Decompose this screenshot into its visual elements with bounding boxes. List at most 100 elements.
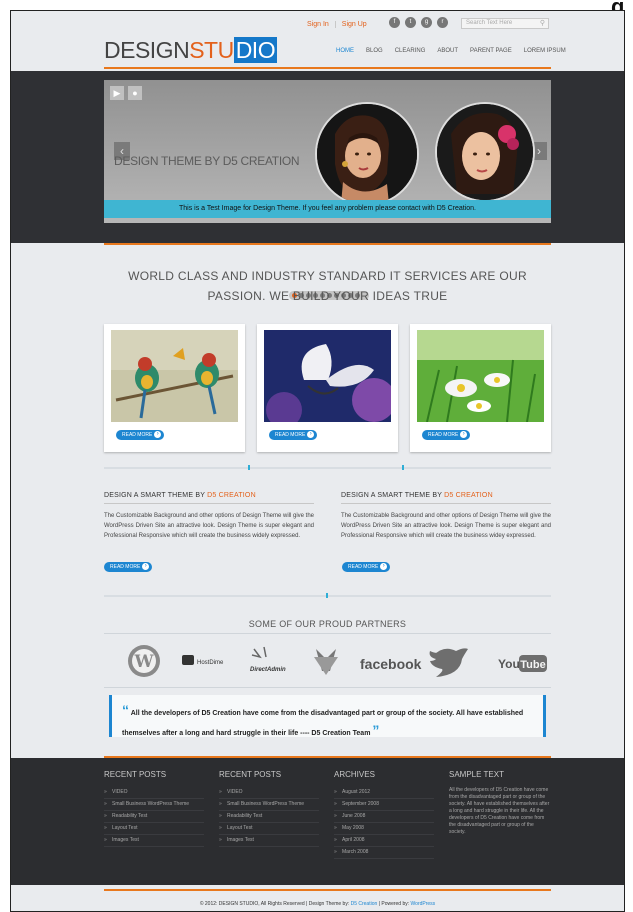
partner-logos: W HostDime DirectAdmin facebook You Tube xyxy=(104,641,551,681)
logo-part-1: DESIGN xyxy=(104,37,190,63)
archive-link[interactable]: May 2008 xyxy=(334,823,434,835)
v-logo[interactable] xyxy=(314,649,338,675)
nav-parent-page[interactable]: PARENT PAGE xyxy=(470,48,512,54)
header: DESIGNSTUDIO Sign In Sign Up f t g r Sea… xyxy=(11,11,624,71)
header-divider xyxy=(104,67,551,69)
footer-column-title: ARCHIVES xyxy=(334,770,375,779)
facebook-icon[interactable]: f xyxy=(389,17,400,28)
nav-about[interactable]: ABOUT xyxy=(437,48,458,54)
hostdime-logo[interactable]: HostDime xyxy=(182,655,224,666)
feature-card: READ MORE xyxy=(410,324,551,452)
flowers-image xyxy=(417,330,544,422)
search-placeholder: Search Text Here xyxy=(466,20,513,26)
footer-link[interactable]: VIDEO xyxy=(104,787,204,799)
search-input[interactable]: Search Text Here ⚲ xyxy=(461,18,549,29)
column-text: The Customizable Background and other op… xyxy=(341,513,552,539)
portrait-image-2 xyxy=(435,102,535,202)
column-rule xyxy=(341,503,551,504)
partners-title: SOME OF OUR PROUD PARTNERS xyxy=(248,619,407,629)
twitter-logo[interactable] xyxy=(429,648,468,677)
youtube-logo[interactable]: You Tube xyxy=(498,655,547,672)
youtube-logo-text-2: Tube xyxy=(520,659,545,671)
footer-link[interactable]: VIDEO xyxy=(219,787,319,799)
nav-home[interactable]: HOME xyxy=(336,48,354,54)
column-title-accent: D5 CREATION xyxy=(207,492,256,499)
rss-icon[interactable]: r xyxy=(437,17,448,28)
feature-card: READ MORE xyxy=(104,324,245,452)
logo-part-2: STU xyxy=(189,37,234,63)
separator-marker xyxy=(248,465,250,470)
slide-caption: This is a Test Image for Design Theme. I… xyxy=(104,200,551,218)
play-icon[interactable]: ▶ xyxy=(110,86,124,100)
separator-marker xyxy=(402,465,404,470)
sample-text: All the developers of D5 Creation have c… xyxy=(449,787,550,835)
column-title-text: DESIGN A SMART THEME BY xyxy=(341,492,445,499)
partners-rule xyxy=(104,633,551,634)
footer-link[interactable]: Images Test xyxy=(219,835,319,847)
directadmin-logo[interactable]: DirectAdmin xyxy=(250,646,286,673)
copyright: © 2012: DESIGN STUDIO, All Rights Reserv… xyxy=(11,901,624,907)
footer-link[interactable]: Small Business WordPress Theme xyxy=(104,799,204,811)
google-icon[interactable]: g xyxy=(421,17,432,28)
column-title: DESIGN A SMART THEME BY D5 CREATION xyxy=(104,492,256,499)
logo-part-3: DIO xyxy=(233,37,278,63)
footer-column-title: RECENT POSTS xyxy=(219,770,282,779)
column-title: DESIGN A SMART THEME BY D5 CREATION xyxy=(341,492,493,499)
testimonial-quote: “ All the developers of D5 Creation have… xyxy=(109,695,546,738)
footer-column-recent-posts-2: RECENT POSTS VIDEO Small Business WordPr… xyxy=(219,770,319,847)
read-more-button[interactable]: READ MORE xyxy=(104,562,153,572)
copyright-divider xyxy=(104,889,551,891)
wordpress-logo[interactable]: W xyxy=(128,645,160,677)
facebook-logo[interactable]: facebook xyxy=(360,656,422,672)
nav-blog[interactable]: BLOG xyxy=(366,48,383,54)
slider-divider xyxy=(104,243,551,245)
wordpress-link[interactable]: WordPress xyxy=(411,901,436,907)
footer-link[interactable]: Images Test xyxy=(104,835,204,847)
footer-link[interactable]: Layout Test xyxy=(104,823,204,835)
close-quote-icon: ” xyxy=(372,722,380,738)
copyright-powered-text: | Powered by: xyxy=(377,901,411,907)
copyright-text: © 2012: DESIGN STUDIO, All Rights Reserv… xyxy=(199,901,351,907)
footer-link[interactable]: Small Business WordPress Theme xyxy=(219,799,319,811)
portrait-image-1 xyxy=(315,102,419,206)
d5-creation-link[interactable]: D5 Creation xyxy=(351,901,378,907)
archive-link[interactable]: April 2008 xyxy=(334,835,434,847)
slider-band: ▶ ● ‹ › DESIGN THEME BY D5 CREATION This… xyxy=(11,71,624,300)
twitter-icon[interactable]: t xyxy=(405,17,416,28)
read-more-button[interactable]: READ MORE xyxy=(269,430,318,440)
nav-clearing[interactable]: CLEARING xyxy=(395,48,426,54)
quote-text: All the developers of D5 Creation have c… xyxy=(122,710,524,737)
footer-link[interactable]: Readability Test xyxy=(104,811,204,823)
feature-card: READ MORE xyxy=(257,324,398,452)
pause-icon[interactable]: ● xyxy=(128,86,142,100)
read-more-button[interactable]: READ MORE xyxy=(116,430,165,440)
nav-lorem-ipsum[interactable]: LOREM IPSUM xyxy=(524,48,566,54)
search-icon[interactable]: ⚲ xyxy=(540,19,545,28)
column-rule xyxy=(104,503,314,504)
footer: RECENT POSTS VIDEO Small Business WordPr… xyxy=(11,758,624,885)
read-more-button[interactable]: READ MORE xyxy=(342,562,391,572)
footer-column-recent-posts: RECENT POSTS VIDEO Small Business WordPr… xyxy=(104,770,204,847)
archive-link[interactable]: September 2008 xyxy=(334,799,434,811)
slider: ▶ ● ‹ › DESIGN THEME BY D5 CREATION This… xyxy=(104,80,551,223)
birds-image xyxy=(111,330,238,422)
butterfly-image xyxy=(264,330,391,422)
partners-rule xyxy=(104,687,551,688)
wordpress-logo-text: W xyxy=(133,652,154,672)
directadmin-logo-text: DirectAdmin xyxy=(250,667,286,673)
auth-links: Sign In Sign Up xyxy=(307,21,373,28)
archive-link[interactable]: August 2012 xyxy=(334,787,434,799)
archive-link[interactable]: June 2008 xyxy=(334,811,434,823)
column-text: The Customizable Background and other op… xyxy=(104,513,315,539)
slide-title: DESIGN THEME BY D5 CREATION xyxy=(114,154,300,168)
signin-link[interactable]: Sign In xyxy=(307,21,336,28)
read-more-button[interactable]: READ MORE xyxy=(422,430,471,440)
archive-link[interactable]: March 2008 xyxy=(334,847,434,859)
column-title-text: DESIGN A SMART THEME BY xyxy=(104,492,208,499)
footer-link[interactable]: Layout Test xyxy=(219,823,319,835)
site-logo[interactable]: DESIGNSTUDIO xyxy=(104,37,278,64)
footer-column-archives: ARCHIVES August 2012 September 2008 June… xyxy=(334,770,434,859)
footer-column-title: RECENT POSTS xyxy=(104,770,167,779)
signup-link[interactable]: Sign Up xyxy=(342,21,373,28)
footer-link[interactable]: Readability Test xyxy=(219,811,319,823)
